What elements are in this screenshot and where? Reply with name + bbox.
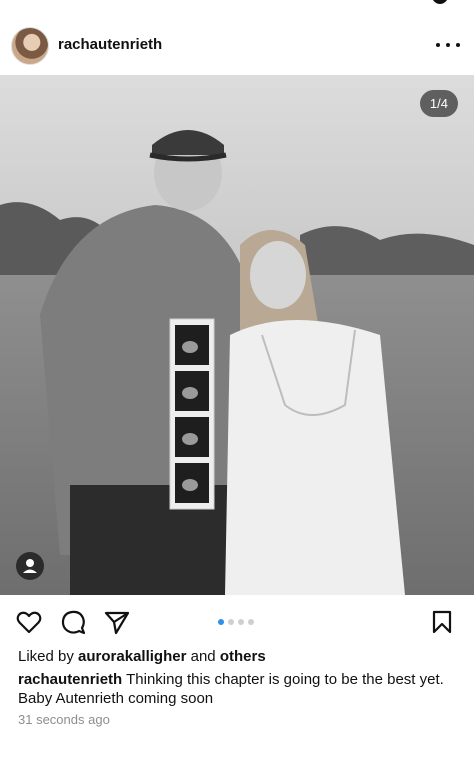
likes-others[interactable]: others (220, 648, 266, 665)
likes-and: and (190, 648, 216, 665)
liked-by-user[interactable]: aurorakalligher (78, 648, 186, 665)
post-timestamp: 31 seconds ago (18, 712, 110, 727)
carousel-dot (248, 619, 254, 625)
carousel-dot-active (218, 619, 224, 625)
carousel-dots (218, 619, 254, 625)
more-options-icon[interactable] (436, 33, 460, 57)
heart-icon[interactable] (15, 608, 43, 636)
action-bar (0, 603, 474, 641)
carousel-dot (238, 619, 244, 625)
cropped-glyph (432, 0, 448, 4)
caption-username[interactable]: rachautenrieth (18, 671, 122, 688)
likes-prefix: Liked by (18, 648, 74, 665)
avatar[interactable] (11, 27, 49, 65)
comment-icon[interactable] (59, 608, 87, 636)
photo-illustration (0, 75, 474, 595)
post-photo[interactable]: 1/4 (0, 75, 474, 595)
carousel-dot (228, 619, 234, 625)
bookmark-icon[interactable] (428, 608, 456, 636)
post-username[interactable]: rachautenrieth (58, 36, 162, 53)
post-caption: rachautenrieth Thinking this chapter is … (18, 670, 458, 708)
status-strip (0, 0, 474, 16)
post-header: rachautenrieth (0, 18, 474, 72)
person-tag-icon[interactable] (16, 552, 44, 580)
carousel-counter: 1/4 (419, 90, 458, 117)
likes-line: Liked by aurorakalligher and others (18, 648, 266, 665)
send-icon[interactable] (103, 608, 131, 636)
